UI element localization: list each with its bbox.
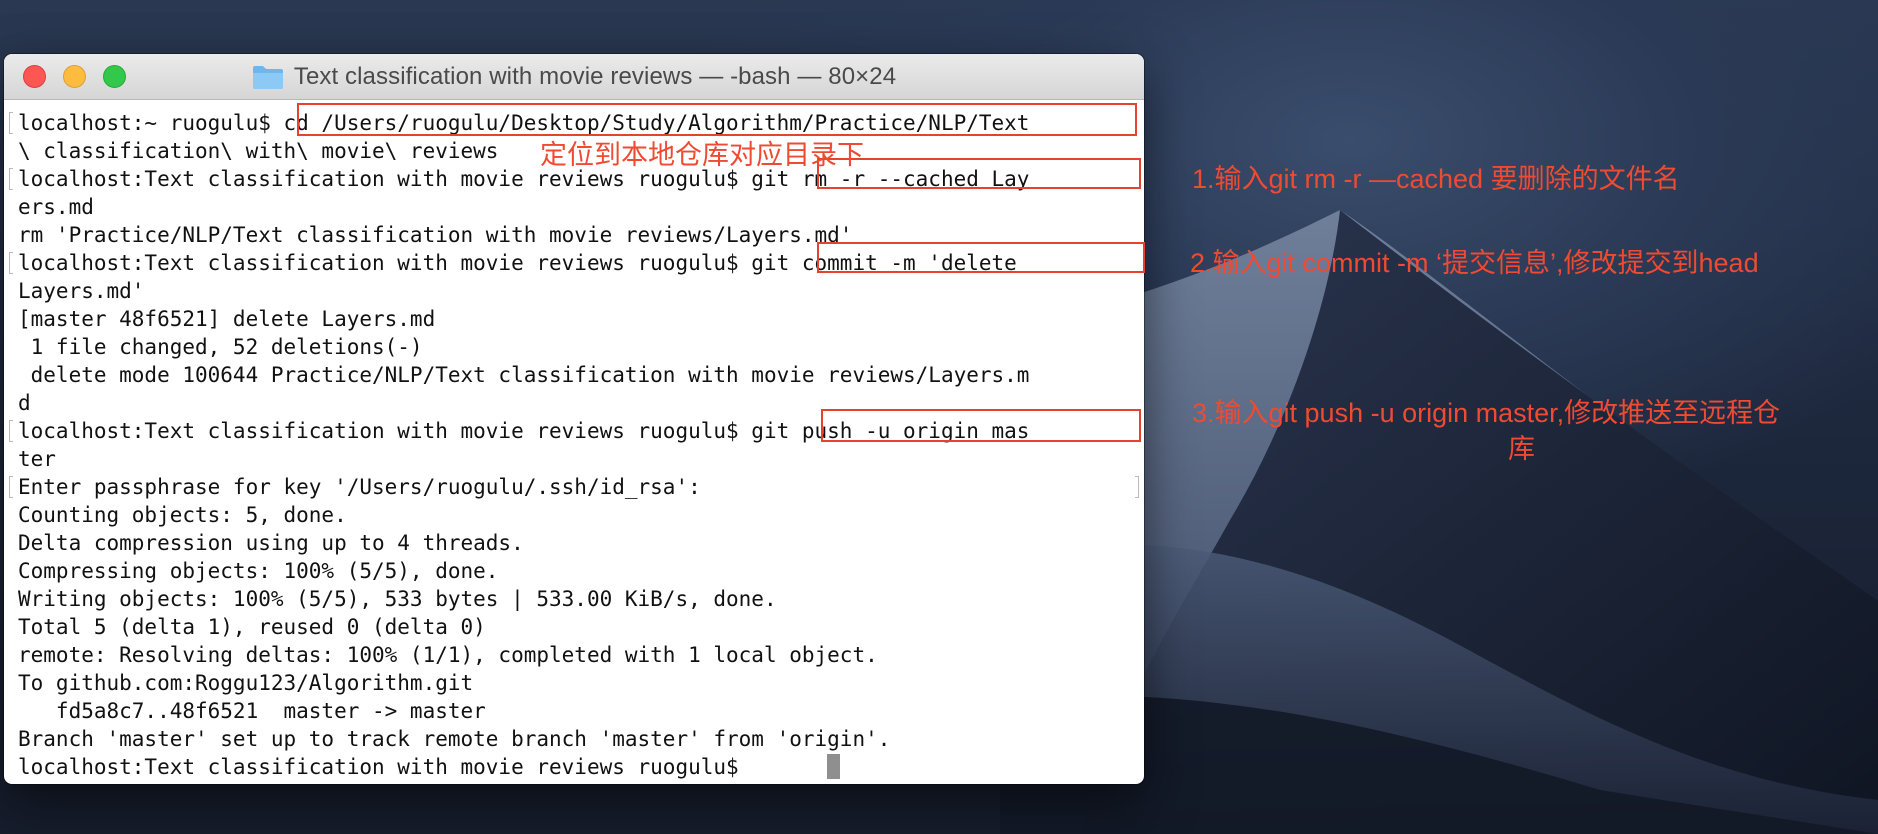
annotation-step-2: 2.输入git commit -m ‘提交信息’,修改提交到head	[1190, 248, 1759, 278]
terminal-line: delete mode 100644 Practice/NLP/Text cla…	[18, 363, 1030, 387]
folder-icon	[252, 65, 283, 89]
terminal-line: Writing objects: 100% (5/5), 533 bytes |…	[18, 587, 777, 611]
highlight-git-push-command	[821, 409, 1141, 442]
highlight-git-rm-command	[817, 158, 1141, 189]
terminal-line: Compressing objects: 100% (5/5), done.	[18, 559, 499, 583]
line-mark-bracket	[9, 168, 13, 190]
terminal-line: localhost:Text classification with movie…	[18, 755, 752, 779]
terminal-line: d	[18, 391, 31, 415]
line-mark-bracket-right	[1135, 476, 1139, 498]
terminal-line: Branch 'master' set up to track remote b…	[18, 727, 891, 751]
terminal-line: Layers.md'	[18, 279, 145, 303]
highlight-cd-command	[297, 103, 1137, 136]
window-title-group: Text classification with movie reviews —…	[4, 54, 1144, 99]
terminal-cursor	[827, 754, 840, 779]
terminal-line: \ classification\ with\ movie\ reviews	[18, 139, 499, 163]
annotation-locate-directory: 定位到本地仓库对应目录下	[540, 140, 864, 170]
window-title: Text classification with movie reviews —…	[293, 62, 897, 90]
annotation-step-3-line-1: 3.输入git push -u origin master,修改推送至远程仓	[1192, 398, 1781, 428]
terminal-line: To github.com:Roggu123/Algorithm.git	[18, 671, 474, 695]
annotation-step-3-line-2: 库	[1508, 434, 1535, 464]
terminal-line: [master 48f6521] delete Layers.md	[18, 307, 436, 331]
line-mark-bracket	[9, 420, 13, 442]
terminal-output[interactable]: localhost:~ ruogulu$ cd /Users/ruogulu/D…	[4, 100, 1144, 784]
window-titlebar[interactable]: Text classification with movie reviews —…	[4, 54, 1144, 100]
terminal-line: fd5a8c7..48f6521 master -> master	[18, 699, 486, 723]
terminal-line: Enter passphrase for key '/Users/ruogulu…	[18, 475, 701, 499]
line-mark-bracket	[9, 252, 13, 274]
terminal-line: 1 file changed, 52 deletions(-)	[18, 335, 423, 359]
terminal-line: Counting objects: 5, done.	[18, 503, 347, 527]
terminal-line: Total 5 (delta 1), reused 0 (delta 0)	[18, 615, 486, 639]
line-mark-bracket	[9, 476, 13, 498]
terminal-line: Delta compression using up to 4 threads.	[18, 531, 524, 555]
line-mark-bracket	[9, 112, 13, 134]
highlight-git-commit-command	[817, 242, 1145, 273]
terminal-line: ers.md	[18, 195, 94, 219]
annotation-step-1: 1.输入git rm -r —cached 要删除的文件名	[1192, 164, 1680, 194]
terminal-line: ter	[18, 447, 56, 471]
terminal-line: remote: Resolving deltas: 100% (1/1), co…	[18, 643, 878, 667]
terminal-line: rm 'Practice/NLP/Text classification wit…	[18, 223, 853, 247]
